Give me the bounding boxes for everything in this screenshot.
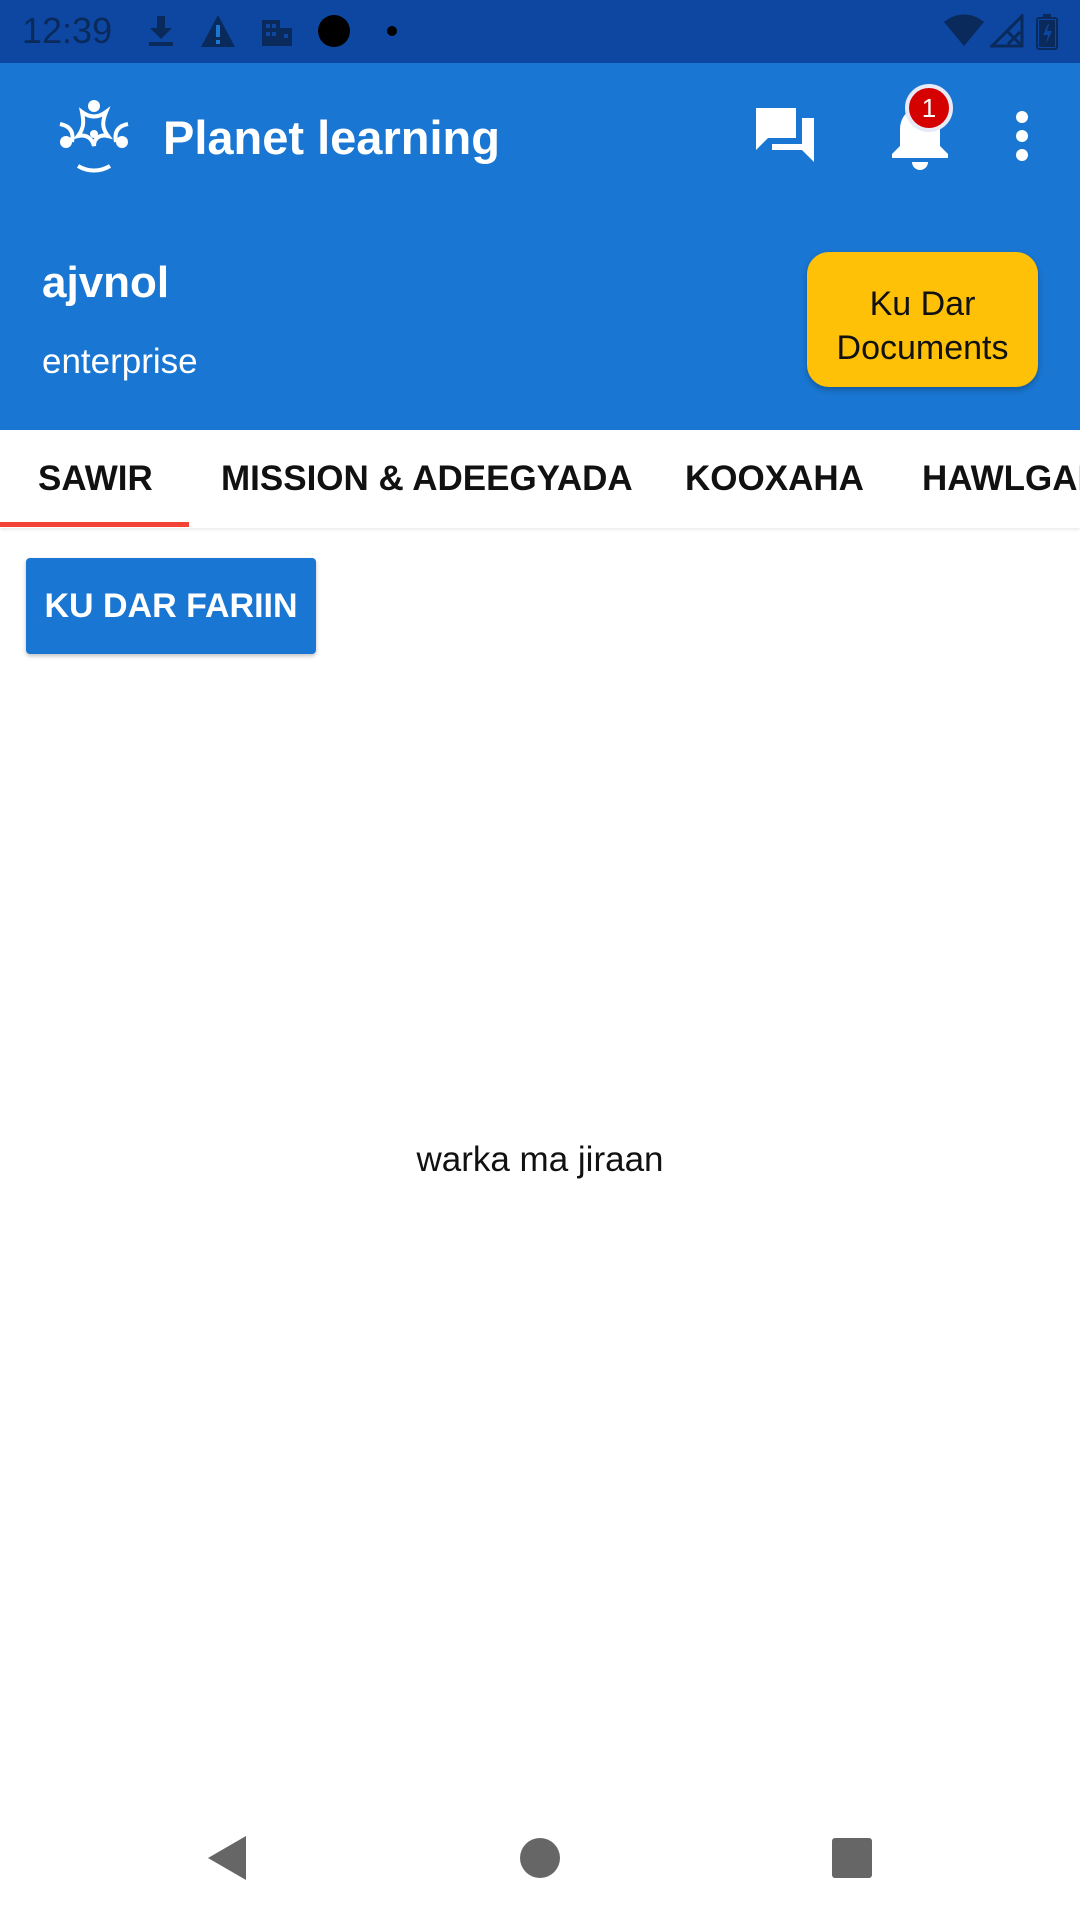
dot-icon xyxy=(318,15,350,47)
logo-icon xyxy=(59,100,129,173)
docs-button-line1: Ku Dar xyxy=(869,285,976,323)
warning-icon xyxy=(201,15,235,47)
user-name: ajvnol xyxy=(42,258,170,307)
tab-sawir[interactable]: SAWIR xyxy=(38,430,153,528)
add-documents-button[interactable]: Ku Dar Documents xyxy=(807,252,1038,387)
download-icon xyxy=(149,16,173,46)
status-bar: 12:39 xyxy=(0,0,1080,63)
navigation-bar xyxy=(0,1800,1080,1920)
battery-icon xyxy=(1036,14,1058,50)
more-vert-icon[interactable] xyxy=(1004,110,1040,162)
home-icon[interactable] xyxy=(518,1836,562,1880)
chat-icon[interactable] xyxy=(752,104,818,164)
small-dot-icon xyxy=(387,26,397,36)
tab-indicator xyxy=(0,522,189,527)
app-title: Planet learning xyxy=(163,111,500,164)
user-type: enterprise xyxy=(42,342,198,381)
add-message-button[interactable]: KU DAR FARIIN xyxy=(26,558,316,654)
tab-hawlgal[interactable]: HAWLGAL xyxy=(922,430,1080,528)
status-time: 12:39 xyxy=(22,10,113,51)
signal-icon xyxy=(990,14,1024,48)
tab-mission-adeegyada[interactable]: MISSION & ADEEGYADA xyxy=(221,430,633,528)
recents-icon[interactable] xyxy=(830,1836,874,1880)
notification-badge: 1 xyxy=(905,84,953,132)
tab-bar: SAWIR MISSION & ADEEGYADA KOOXAHA HAWLGA… xyxy=(0,430,1080,528)
empty-message: warka ma jiraan xyxy=(416,1140,664,1179)
tab-kooxaha[interactable]: KOOXAHA xyxy=(685,430,864,528)
docs-button-line2: Documents xyxy=(836,329,1009,367)
building-icon xyxy=(262,20,292,46)
back-icon[interactable] xyxy=(204,1834,248,1882)
wifi-icon xyxy=(944,14,984,46)
